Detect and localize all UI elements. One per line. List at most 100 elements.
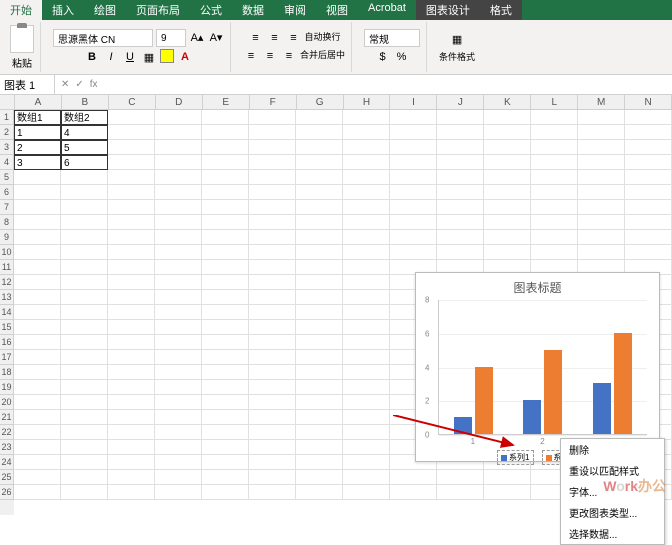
cell[interactable]: 数组2 bbox=[61, 110, 108, 125]
cell[interactable] bbox=[296, 170, 343, 185]
cell[interactable] bbox=[343, 320, 390, 335]
conditional-format-icon[interactable]: ▦ bbox=[449, 32, 465, 48]
cell[interactable] bbox=[390, 470, 437, 485]
cell[interactable] bbox=[296, 320, 343, 335]
fx-icon[interactable]: fx bbox=[90, 79, 98, 90]
cell[interactable] bbox=[249, 410, 296, 425]
align-bot-icon[interactable]: ≡ bbox=[286, 30, 302, 46]
cell[interactable] bbox=[61, 440, 108, 455]
row-head[interactable]: 21 bbox=[0, 410, 14, 425]
cell[interactable] bbox=[155, 125, 202, 140]
cell[interactable] bbox=[437, 185, 484, 200]
cell[interactable] bbox=[155, 155, 202, 170]
cell[interactable] bbox=[343, 275, 390, 290]
cell[interactable] bbox=[249, 245, 296, 260]
cell[interactable] bbox=[484, 470, 531, 485]
cell[interactable] bbox=[61, 425, 108, 440]
cell[interactable] bbox=[14, 260, 61, 275]
cell[interactable] bbox=[390, 485, 437, 500]
cell[interactable] bbox=[531, 125, 578, 140]
cell[interactable] bbox=[14, 440, 61, 455]
cell[interactable] bbox=[155, 215, 202, 230]
cancel-icon[interactable]: ✕ bbox=[61, 79, 69, 90]
cell[interactable] bbox=[249, 170, 296, 185]
cell[interactable] bbox=[61, 215, 108, 230]
chart-bar[interactable] bbox=[593, 383, 611, 434]
cell[interactable] bbox=[61, 245, 108, 260]
cell[interactable] bbox=[61, 380, 108, 395]
cell[interactable] bbox=[202, 140, 249, 155]
cell[interactable] bbox=[202, 230, 249, 245]
cell[interactable] bbox=[155, 140, 202, 155]
cell[interactable] bbox=[202, 155, 249, 170]
cell[interactable] bbox=[531, 245, 578, 260]
cell[interactable] bbox=[249, 200, 296, 215]
cell[interactable] bbox=[155, 380, 202, 395]
number-format-select[interactable]: 常规 bbox=[364, 29, 420, 47]
cell[interactable] bbox=[437, 140, 484, 155]
cell[interactable] bbox=[343, 245, 390, 260]
tab-formula[interactable]: 公式 bbox=[190, 0, 232, 20]
cell[interactable] bbox=[202, 215, 249, 230]
cell[interactable] bbox=[296, 455, 343, 470]
row-head[interactable]: 16 bbox=[0, 335, 14, 350]
cell[interactable] bbox=[343, 485, 390, 500]
cell[interactable] bbox=[108, 305, 155, 320]
cell[interactable] bbox=[202, 350, 249, 365]
cell[interactable] bbox=[61, 455, 108, 470]
row-head[interactable]: 13 bbox=[0, 290, 14, 305]
cell[interactable] bbox=[625, 125, 672, 140]
cell[interactable] bbox=[390, 125, 437, 140]
chart-bar[interactable] bbox=[544, 350, 562, 434]
align-right-icon[interactable]: ≡ bbox=[281, 48, 297, 64]
cell[interactable] bbox=[296, 155, 343, 170]
cell[interactable] bbox=[108, 335, 155, 350]
cell[interactable] bbox=[249, 110, 296, 125]
row-head[interactable]: 26 bbox=[0, 485, 14, 500]
cell[interactable] bbox=[155, 470, 202, 485]
col-head[interactable]: H bbox=[344, 95, 391, 110]
col-head[interactable]: G bbox=[297, 95, 344, 110]
cell[interactable] bbox=[14, 170, 61, 185]
cell[interactable] bbox=[61, 410, 108, 425]
cell[interactable] bbox=[343, 230, 390, 245]
cell[interactable] bbox=[108, 365, 155, 380]
decrease-font-icon[interactable]: A▾ bbox=[208, 29, 224, 45]
cell[interactable] bbox=[202, 365, 249, 380]
row-head[interactable]: 5 bbox=[0, 170, 14, 185]
cell[interactable] bbox=[437, 485, 484, 500]
cell[interactable] bbox=[296, 305, 343, 320]
cell[interactable] bbox=[14, 350, 61, 365]
cell[interactable] bbox=[578, 185, 625, 200]
cell[interactable] bbox=[390, 155, 437, 170]
cell[interactable] bbox=[249, 365, 296, 380]
cell[interactable] bbox=[14, 380, 61, 395]
cell[interactable] bbox=[625, 185, 672, 200]
cell[interactable] bbox=[108, 470, 155, 485]
cell[interactable] bbox=[484, 140, 531, 155]
align-mid-icon[interactable]: ≡ bbox=[267, 30, 283, 46]
cell[interactable] bbox=[343, 185, 390, 200]
cell[interactable] bbox=[61, 320, 108, 335]
tab-draw[interactable]: 绘图 bbox=[84, 0, 126, 20]
chart-bar[interactable] bbox=[475, 367, 493, 435]
row-head[interactable]: 6 bbox=[0, 185, 14, 200]
cell[interactable] bbox=[14, 275, 61, 290]
cell[interactable] bbox=[108, 125, 155, 140]
cell[interactable] bbox=[343, 140, 390, 155]
cell[interactable] bbox=[296, 335, 343, 350]
col-head[interactable]: F bbox=[250, 95, 297, 110]
cell[interactable] bbox=[61, 485, 108, 500]
cell[interactable] bbox=[249, 470, 296, 485]
cell[interactable] bbox=[61, 170, 108, 185]
col-head[interactable]: C bbox=[109, 95, 156, 110]
wrap-text-button[interactable]: 自动换行 bbox=[305, 30, 341, 46]
cell[interactable] bbox=[108, 185, 155, 200]
chart-bar[interactable] bbox=[614, 333, 632, 434]
cell[interactable] bbox=[390, 215, 437, 230]
col-head[interactable]: J bbox=[437, 95, 484, 110]
cell[interactable] bbox=[343, 290, 390, 305]
tab-view[interactable]: 视图 bbox=[316, 0, 358, 20]
cell[interactable] bbox=[108, 200, 155, 215]
cell[interactable] bbox=[343, 125, 390, 140]
